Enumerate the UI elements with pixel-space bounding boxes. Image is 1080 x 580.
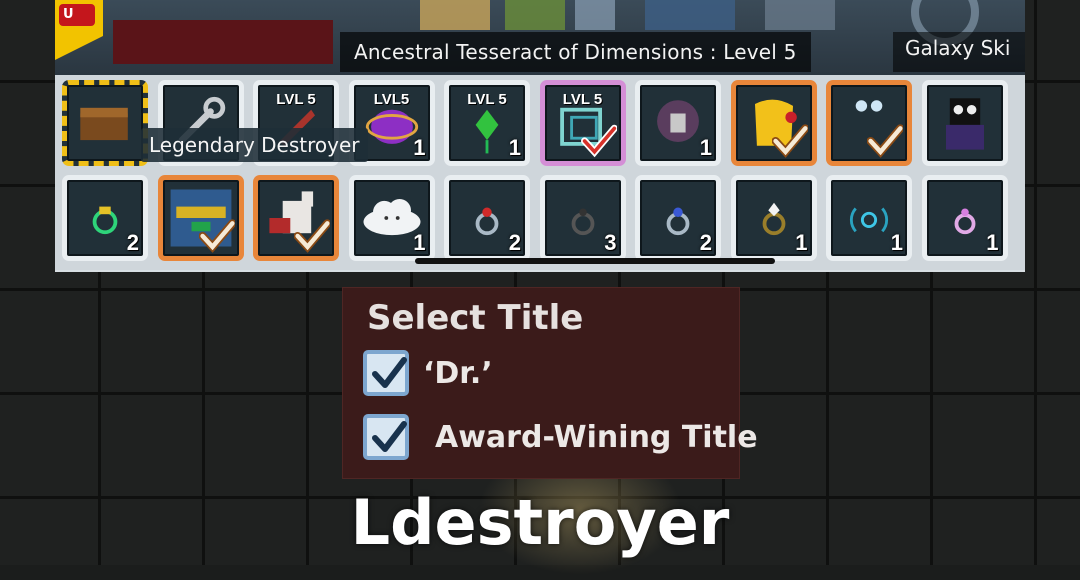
item-tooltip: Legendary Destroyer (141, 128, 368, 162)
inventory-header: U Ancestral Tesseract of Dimensions : Le… (55, 0, 1025, 75)
inventory-grid: LVL 5 LVL5 1 LVL 5 1 LVL 5 1 2 1 2 3 2 1 1 1 (55, 75, 1025, 270)
inventory-panel: U Ancestral Tesseract of Dimensions : Le… (55, 0, 1025, 272)
inventory-slot[interactable]: LVL 5 1 (444, 80, 530, 166)
item-quantity: 2 (699, 230, 712, 255)
shadow-figure-icon (945, 98, 984, 150)
item-quantity: 1 (508, 135, 521, 160)
inventory-slot[interactable] (157, 175, 244, 261)
inventory-slot[interactable] (62, 80, 148, 166)
item-quantity: 1 (413, 230, 426, 255)
select-title-panel: Select Title ‘Dr.’ Award-Wining Title (342, 287, 758, 479)
checkmark-icon (372, 421, 407, 452)
inventory-slot[interactable] (730, 80, 817, 166)
inventory-slot[interactable]: 1 (348, 175, 435, 261)
inventory-slot[interactable]: 2 (444, 175, 530, 261)
item-quantity: 1 (413, 135, 426, 160)
select-title-heading: Select Title (367, 298, 584, 338)
inventory-slot[interactable]: 3 (539, 175, 626, 261)
equipped-check-icon (867, 124, 903, 158)
inventory-slot[interactable]: 1 (826, 175, 912, 261)
flag-badge: U (59, 4, 95, 26)
equipped-check-icon (771, 124, 808, 158)
item-level-label: LVL 5 (467, 91, 507, 108)
dr-title-label: ‘Dr.’ (423, 356, 493, 391)
player-name: Ldestroyer (350, 486, 730, 559)
next-item-title: Galaxy Ski (893, 32, 1025, 72)
equipped-check-icon (294, 219, 330, 253)
equipped-check-icon (580, 124, 617, 158)
item-quantity: 1 (795, 230, 808, 255)
item-level-label: LVL 5 (276, 91, 316, 108)
inventory-slot[interactable] (253, 175, 339, 261)
header-band (113, 20, 333, 64)
award-wining-title-label: Award-Wining Title (435, 420, 758, 455)
item-quantity: 2 (126, 230, 139, 255)
equipped-check-icon (198, 219, 235, 253)
inventory-slot[interactable]: 1 (730, 175, 817, 261)
inventory-slot[interactable] (921, 80, 1008, 166)
item-quantity: 3 (604, 230, 617, 255)
inventory-slot[interactable]: 2 (635, 175, 721, 261)
inventory-slot[interactable]: 1 (635, 80, 721, 166)
inventory-scrollbar[interactable] (415, 258, 775, 264)
title-option-award-wining[interactable]: Award-Wining Title (363, 414, 758, 462)
item-quantity: 1 (986, 230, 999, 255)
inventory-slot[interactable] (826, 80, 912, 166)
item-quantity: 2 (508, 230, 521, 255)
inventory-slot[interactable]: LVL 5 (539, 80, 626, 166)
item-quantity: 1 (890, 230, 903, 255)
treasure-chest-icon (80, 107, 128, 141)
item-level-label: LVL5 (373, 91, 410, 108)
title-option-dr[interactable]: ‘Dr.’ (363, 350, 723, 398)
item-quantity: 1 (699, 135, 712, 160)
checkmark-icon (372, 357, 407, 388)
inventory-slot[interactable]: 1 (921, 175, 1008, 261)
item-level-label: LVL 5 (562, 91, 603, 108)
award-wining-checkbox[interactable] (363, 414, 409, 460)
selected-item-title: Ancestral Tesseract of Dimensions : Leve… (340, 32, 811, 72)
dr-checkbox[interactable] (363, 350, 409, 396)
inventory-slot[interactable]: 2 (62, 175, 148, 261)
